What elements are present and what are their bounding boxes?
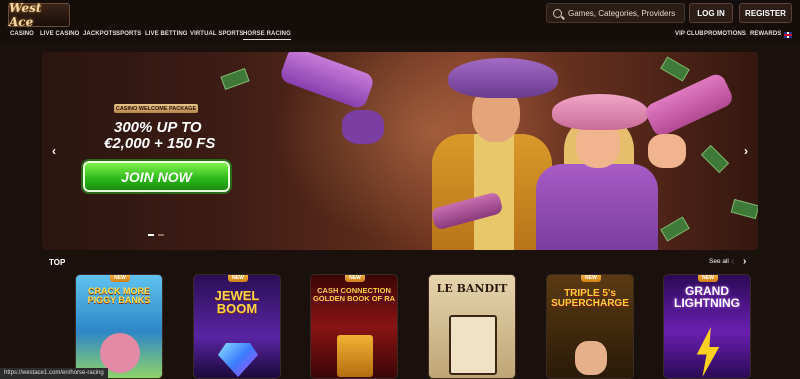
banner-next-arrow-icon[interactable]: › (738, 143, 754, 159)
banner-pagination (148, 234, 164, 236)
cowgirl-hand-illustration (648, 134, 686, 168)
nav-sports[interactable]: SPORTS (116, 31, 141, 37)
logo-text: West Ace (9, 1, 42, 29)
game-card-le-bandit[interactable]: LE BANDIT (428, 274, 516, 379)
cowgirl-body-illustration (536, 164, 658, 250)
site-logo[interactable]: West Ace (8, 1, 70, 29)
top-bar: West Ace LOG IN REGISTER (0, 0, 800, 29)
nav-vip-club[interactable]: VIP CLUB (675, 31, 704, 37)
piggy-bank-icon (100, 333, 140, 373)
wanted-poster-icon (449, 315, 497, 375)
game-card-crack-more-piggy-banks[interactable]: NEW CRACK MORE PIGGY BANKS (75, 274, 163, 379)
game-title: LE BANDIT (436, 282, 508, 295)
carousel-next-icon[interactable]: › (743, 256, 746, 267)
cash-bill-icon (730, 198, 758, 220)
cash-bill-icon (700, 144, 730, 174)
new-badge: NEW (110, 275, 130, 282)
see-all-link[interactable]: See all (709, 258, 729, 265)
new-badge: NEW (698, 275, 718, 282)
top-section-title: TOP (49, 258, 66, 267)
new-badge: NEW (345, 275, 365, 282)
banner-prev-arrow-icon[interactable]: ‹ (46, 143, 62, 159)
king-character-icon (575, 341, 607, 375)
promo-headline-line1: 300% UP TO (114, 119, 202, 136)
cowgirl-gun-illustration (642, 71, 736, 139)
nav-jackpots[interactable]: JACKPOTS (83, 31, 116, 37)
nav-horse-racing[interactable]: HORSE RACING (243, 31, 291, 40)
nav-virtual-sports[interactable]: VIRTUAL SPORTS (190, 31, 244, 37)
game-card-grand-lightning[interactable]: NEW GRAND LIGHTNING (663, 274, 751, 379)
cowboy-shirt-illustration (474, 134, 514, 250)
game-card-jewel-boom[interactable]: NEW JEWEL BOOM (193, 274, 281, 379)
cash-bill-icon (220, 67, 250, 91)
game-title: CASH CONNECTION GOLDEN BOOK OF RA (312, 286, 396, 303)
banner-dot-active[interactable] (148, 234, 154, 236)
search-input[interactable] (568, 8, 678, 18)
register-button[interactable]: REGISTER (739, 3, 792, 23)
carousel-prev-icon[interactable]: ‹ (731, 256, 734, 267)
nav-rewards[interactable]: REWARDS (750, 31, 781, 37)
nav-live-betting[interactable]: LIVE BETTING (145, 31, 188, 37)
status-url-bar: https://westace1.com/en/horse-racing (0, 368, 108, 379)
game-card-triple-5s-supercharge[interactable]: NEW TRIPLE 5's SUPERCHARGE (546, 274, 634, 379)
banner-dot[interactable] (158, 234, 164, 236)
new-badge: NEW (581, 275, 601, 282)
welcome-package-badge: CASINO WELCOME PACKAGE (114, 104, 198, 113)
search-box[interactable] (546, 3, 685, 23)
cowboy-hand-illustration (342, 110, 384, 144)
cowgirl-hat-illustration (552, 94, 648, 130)
game-title: TRIPLE 5's SUPERCHARGE (551, 288, 629, 309)
diamond-icon (218, 343, 258, 377)
game-title: JEWEL BOOM (214, 288, 260, 316)
login-button[interactable]: LOG IN (689, 3, 733, 23)
game-card-golden-book-of-ra[interactable]: NEW CASH CONNECTION GOLDEN BOOK OF RA (310, 274, 398, 379)
cash-bill-icon (660, 216, 690, 242)
new-badge: NEW (228, 275, 248, 282)
nav-live-casino[interactable]: LIVE CASINO (40, 31, 79, 37)
promo-banner[interactable]: CASINO WELCOME PACKAGE 300% UP TO €2,000… (42, 52, 758, 250)
lightning-bolt-icon (696, 327, 720, 377)
uk-flag-icon[interactable] (784, 32, 792, 38)
main-nav: CASINO LIVE CASINO JACKPOTS SPORTS LIVE … (0, 29, 800, 43)
book-icon (337, 335, 373, 377)
nav-casino[interactable]: CASINO (10, 31, 34, 37)
promo-headline-line2: €2,000 + 150 FS (104, 135, 216, 152)
join-now-button[interactable]: JOIN NOW (83, 161, 230, 192)
nav-promotions[interactable]: PROMOTIONS (704, 31, 746, 37)
game-title: CRACK MORE PIGGY BANKS (87, 286, 151, 305)
cowboy-hat-illustration (448, 58, 558, 98)
search-icon (553, 8, 562, 18)
cash-bill-icon (660, 56, 690, 82)
game-title: GRAND LIGHTNING (674, 284, 740, 310)
